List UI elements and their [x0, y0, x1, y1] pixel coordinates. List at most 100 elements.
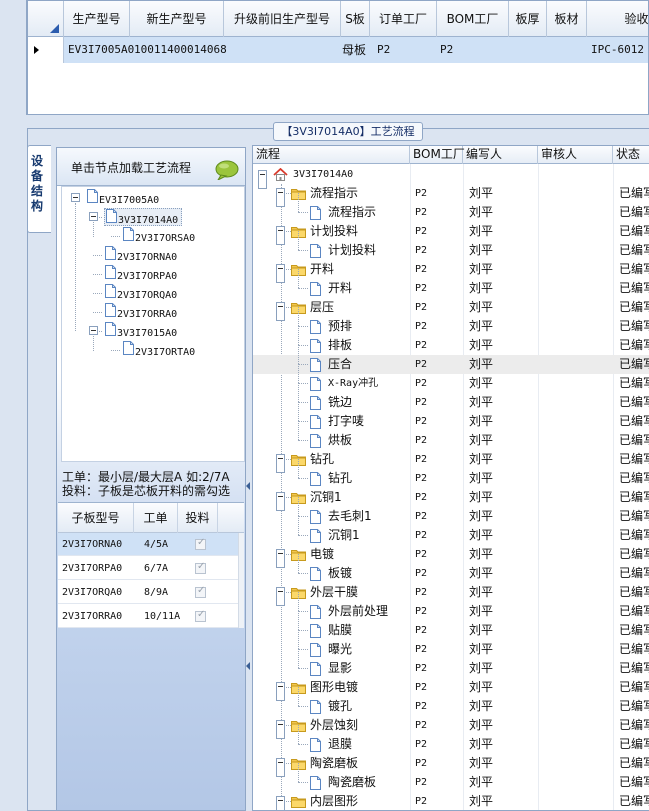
- col-status[interactable]: 状态: [613, 146, 649, 164]
- process-row[interactable]: 打字唛 P2 刘平 已编写: [253, 402, 649, 431]
- table-row[interactable]: 2V3I7ORNA0 4/5A: [58, 533, 244, 556]
- structure-tree-node[interactable]: 2V3I7ORSA0: [122, 227, 195, 245]
- table-row[interactable]: 2V3I7ORPA0 6/7A: [58, 557, 244, 580]
- structure-tree-node[interactable]: 2V3I7ORPA0: [104, 265, 177, 283]
- fed-checkbox[interactable]: [195, 537, 206, 550]
- process-row[interactable]: 压合 P2 刘平 已编写: [253, 345, 649, 374]
- collapse-left-arrow-icon[interactable]: [246, 482, 250, 490]
- select-all-corner[interactable]: [28, 1, 64, 37]
- process-row[interactable]: 陶瓷磨板 P2 刘平 已编写: [253, 763, 649, 792]
- col-sub-model[interactable]: 子板型号: [58, 503, 134, 533]
- process-row[interactable]: 开料 P2 刘平 已编写: [253, 269, 649, 298]
- row-arrow-icon: [34, 46, 39, 54]
- cell-bom-factory: P2: [415, 758, 428, 769]
- col-thickness[interactable]: 板厚: [509, 1, 547, 37]
- cell-sub-model: 2V3I7ORPA0: [62, 563, 123, 574]
- col-material[interactable]: 板材: [547, 1, 587, 37]
- col-editor[interactable]: 编写人: [463, 146, 538, 164]
- structure-panel: 单击节点加载工艺流程 EV3I7005A0 3V3I7014A0 2V3I7ORSA…: [56, 147, 246, 811]
- collapse-toggle-icon[interactable]: [89, 212, 98, 221]
- structure-panel-header: 单击节点加载工艺流程: [57, 148, 245, 186]
- tab-device-structure[interactable]: 设备结构: [27, 145, 51, 233]
- structure-tree-label: 2V3I7ORPA0: [117, 271, 178, 282]
- cell-editor: 刘平: [469, 566, 494, 580]
- horizontal-splitter-left[interactable]: [0, 118, 27, 122]
- process-row[interactable]: 流程指示 P2 刘平 已编写: [253, 193, 649, 222]
- process-row[interactable]: 开料 P2 刘平 已编写: [253, 260, 649, 283]
- cell-editor: 刘平: [469, 300, 494, 314]
- structure-tree-node[interactable]: 2V3I7ORTA0: [122, 341, 195, 359]
- process-step-label: 开料: [328, 281, 353, 295]
- col-s-board[interactable]: S板: [341, 1, 370, 37]
- process-row[interactable]: 沉铜1 P2 刘平 已编写: [253, 488, 649, 511]
- process-row[interactable]: 退膜 P2 刘平 已编写: [253, 725, 649, 754]
- structure-tree-node[interactable]: EV3I7005A0: [86, 189, 159, 207]
- process-row[interactable]: 内层图形 P2 刘平 已编写: [253, 792, 649, 810]
- sub-board-scrollbar[interactable]: [238, 533, 244, 628]
- process-row[interactable]: 陶瓷磨板 P2 刘平 已编写: [253, 754, 649, 777]
- collapse-left-arrow-icon[interactable]: [246, 662, 250, 670]
- process-row[interactable]: 镀孔 P2 刘平 已编写: [253, 687, 649, 716]
- col-flow[interactable]: 流程: [253, 146, 410, 164]
- cell-editor: 刘平: [469, 452, 494, 466]
- model-grid-row[interactable]: EV3I7005A0 10011400014068 母板 P2 P2 IPC-6…: [28, 37, 648, 63]
- process-row[interactable]: 计划投料 P2 刘平 已编写: [253, 231, 649, 260]
- col-reviewer[interactable]: 审核人: [538, 146, 613, 164]
- cell-bom-factory: P2: [415, 473, 428, 484]
- structure-tree-node[interactable]: 2V3I7ORQA0: [104, 284, 177, 302]
- fed-checkbox[interactable]: [195, 609, 206, 622]
- document-icon: [87, 189, 98, 203]
- process-root-label: 3V3I7014A0: [293, 169, 354, 180]
- structure-tree-node[interactable]: 2V3I7ORRA0: [104, 303, 177, 321]
- table-row[interactable]: 2V3I7ORQA0 8/9A: [58, 581, 244, 604]
- process-row[interactable]: 去毛刺1 P2 刘平 已编写: [253, 497, 649, 526]
- speech-bubble-icon: [215, 160, 239, 180]
- cell-status: 已编写: [619, 699, 649, 713]
- collapse-toggle-icon[interactable]: [276, 796, 285, 810]
- col-fed[interactable]: 投料: [178, 503, 218, 533]
- process-row[interactable]: 预排 P2 刘平 已编写: [253, 307, 649, 336]
- process-row[interactable]: 钻孔 P2 刘平 已编写: [253, 459, 649, 488]
- process-row[interactable]: 显影 P2 刘平 已编写: [253, 649, 649, 678]
- col-order-factory[interactable]: 订单工厂: [370, 1, 437, 37]
- structure-tree-node[interactable]: 3V3I7014A0: [104, 208, 183, 226]
- structure-tree-node[interactable]: 3V3I7015A0: [104, 322, 177, 340]
- process-row[interactable]: 曝光 P2 刘平 已编写: [253, 630, 649, 659]
- cell-status: 已编写: [619, 528, 649, 542]
- cell-status: 已编写: [619, 642, 649, 656]
- process-row[interactable]: 流程指示 P2 刘平 已编写: [253, 184, 649, 207]
- col-old-model[interactable]: 升级前旧生产型号: [224, 1, 341, 37]
- cell-new-model: 10011400014068: [134, 43, 227, 56]
- process-row[interactable]: 排板 P2 刘平 已编写: [253, 326, 649, 355]
- process-row[interactable]: 层压 P2 刘平 已编写: [253, 298, 649, 321]
- process-row[interactable]: 图形电镀 P2 刘平 已编写: [253, 678, 649, 701]
- table-row[interactable]: 2V3I7ORRA0 10/11A: [58, 605, 244, 628]
- col-accept[interactable]: 验收: [587, 1, 648, 37]
- process-row[interactable]: 电镀 P2 刘平 已编写: [253, 545, 649, 568]
- collapse-toggle-icon[interactable]: [89, 326, 98, 335]
- process-tree-root[interactable]: 3V3I7014A0: [253, 165, 649, 189]
- cell-status: 已编写: [619, 718, 649, 732]
- process-row[interactable]: 外层蚀刻 P2 刘平 已编写: [253, 716, 649, 739]
- tree-line: [298, 459, 299, 478]
- process-row[interactable]: X-Ray冲孔 P2 刘平 已编写: [253, 364, 649, 393]
- process-row[interactable]: 沉铜1 P2 刘平 已编写: [253, 516, 649, 545]
- process-row[interactable]: 贴膜 P2 刘平 已编写: [253, 611, 649, 640]
- process-row[interactable]: 外层前处理 P2 刘平 已编写: [253, 592, 649, 621]
- col-bom-factory[interactable]: BOM工厂: [410, 146, 465, 164]
- fed-checkbox[interactable]: [195, 585, 206, 598]
- col-new-model[interactable]: 新生产型号: [130, 1, 224, 37]
- col-model[interactable]: 生产型号: [64, 1, 130, 37]
- structure-tree-label: 2V3I7ORNA0: [117, 252, 178, 263]
- col-order[interactable]: 工单: [134, 503, 178, 533]
- process-row[interactable]: 板镀 P2 刘平 已编写: [253, 554, 649, 583]
- col-bom-factory[interactable]: BOM工厂: [437, 1, 509, 37]
- process-row[interactable]: 外层干膜 P2 刘平 已编写: [253, 583, 649, 606]
- collapse-toggle-icon[interactable]: [71, 193, 80, 202]
- fed-checkbox[interactable]: [195, 561, 206, 574]
- process-row[interactable]: 烘板 P2 刘平 已编写: [253, 421, 649, 450]
- process-row[interactable]: 铣边 P2 刘平 已编写: [253, 383, 649, 412]
- structure-tree-node[interactable]: 2V3I7ORNA0: [104, 246, 177, 264]
- process-row[interactable]: 计划投料 P2 刘平 已编写: [253, 222, 649, 245]
- process-row[interactable]: 钻孔 P2 刘平 已编写: [253, 450, 649, 473]
